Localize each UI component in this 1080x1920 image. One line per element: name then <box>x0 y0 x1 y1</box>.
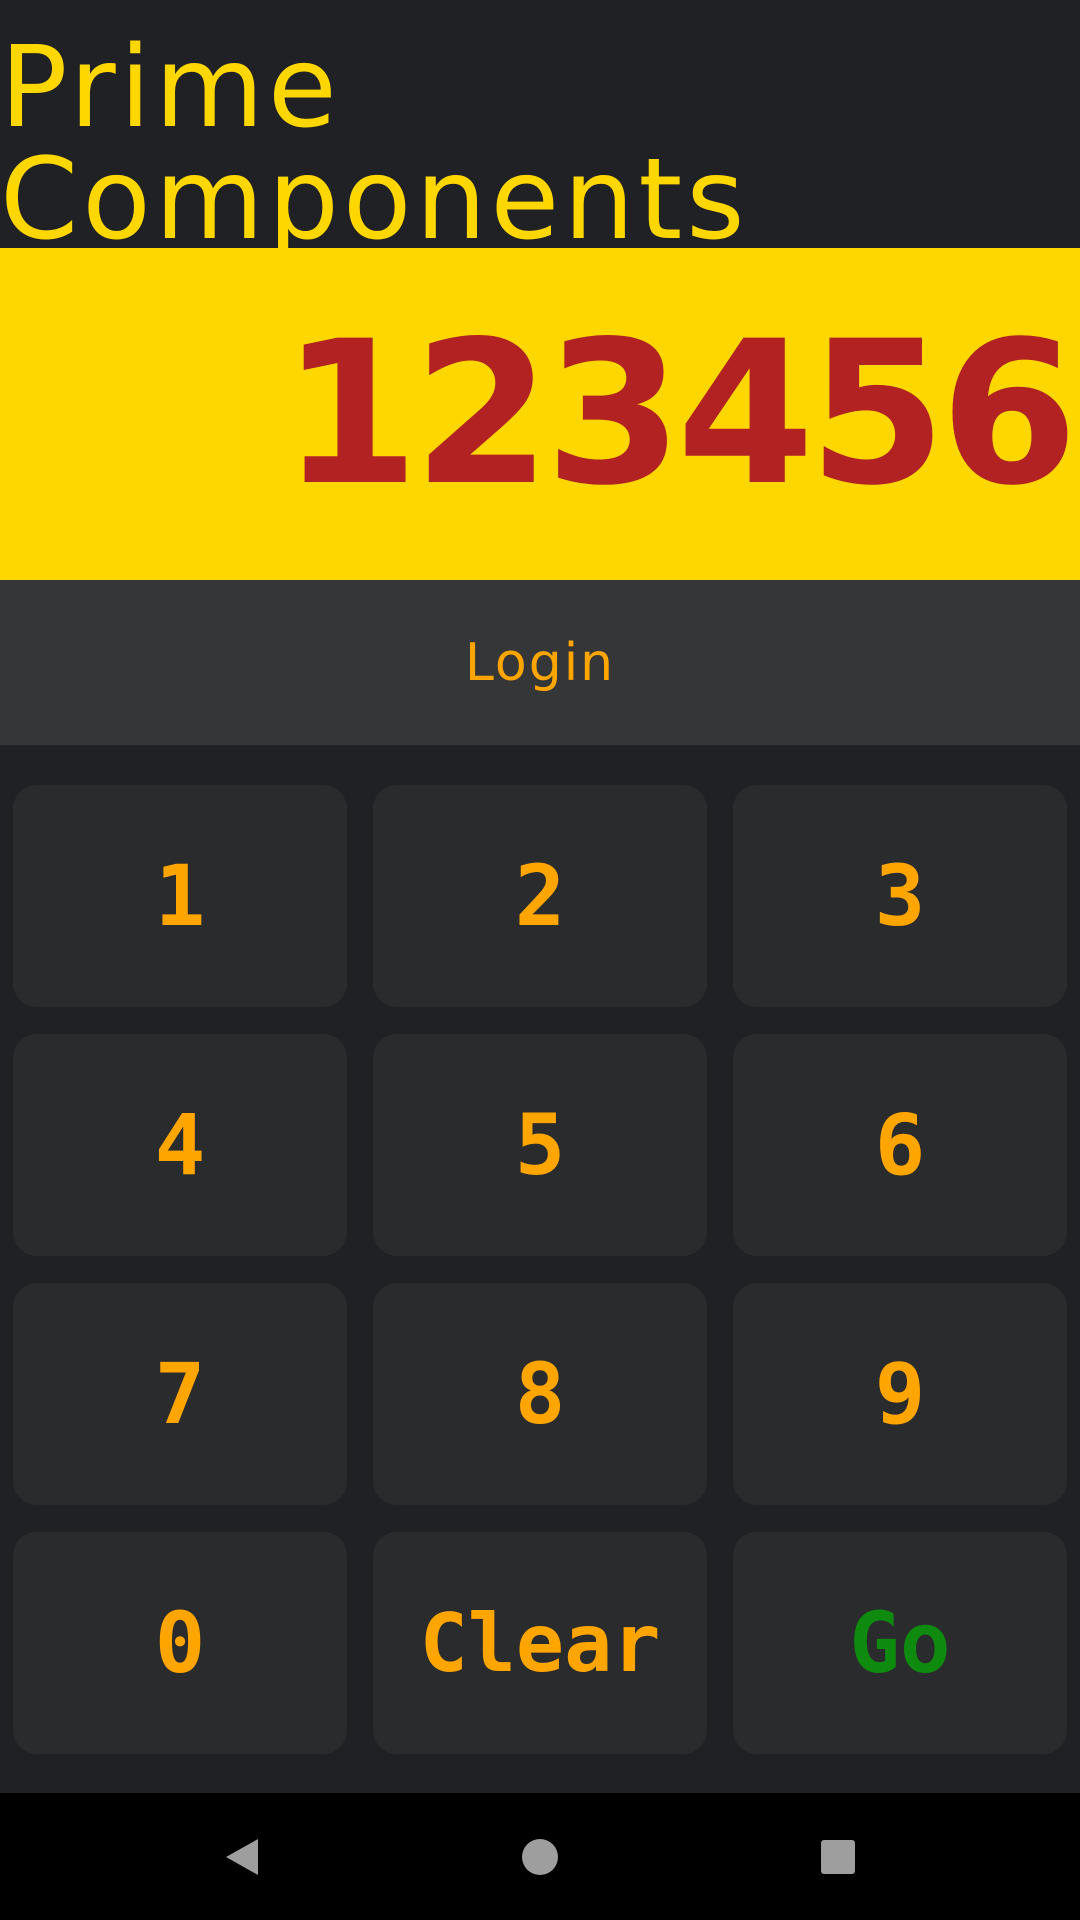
login-button[interactable]: Login <box>0 580 1080 745</box>
key-1-button[interactable]: 1 <box>13 785 347 1007</box>
key-7-button[interactable]: 7 <box>13 1283 347 1505</box>
title-bar: Prime Components <box>0 0 1080 256</box>
back-icon <box>226 1838 258 1875</box>
nav-home-button[interactable] <box>480 1793 600 1920</box>
key-5-button[interactable]: 5 <box>373 1034 707 1256</box>
key-3-button[interactable]: 3 <box>733 785 1067 1007</box>
number-display: 123456 <box>0 248 1080 580</box>
go-button[interactable]: Go <box>733 1532 1067 1754</box>
display-value: 123456 <box>281 298 1078 529</box>
home-icon <box>522 1838 558 1875</box>
app-root: Prime Components 123456 Login 1 2 3 4 5 … <box>0 0 1080 1920</box>
keypad: 1 2 3 4 5 6 7 8 9 0 Clear Go <box>0 745 1080 1793</box>
recents-icon <box>821 1839 855 1874</box>
login-label: Login <box>464 632 616 693</box>
clear-button[interactable]: Clear <box>373 1532 707 1754</box>
nav-back-button[interactable] <box>182 1793 302 1920</box>
app-title: Prime Components <box>0 23 749 265</box>
key-4-button[interactable]: 4 <box>13 1034 347 1256</box>
key-2-button[interactable]: 2 <box>373 785 707 1007</box>
system-navigation-bar <box>0 1793 1080 1920</box>
key-6-button[interactable]: 6 <box>733 1034 1067 1256</box>
key-0-button[interactable]: 0 <box>13 1532 347 1754</box>
nav-recents-button[interactable] <box>778 1793 898 1920</box>
key-8-button[interactable]: 8 <box>373 1283 707 1505</box>
key-9-button[interactable]: 9 <box>733 1283 1067 1505</box>
